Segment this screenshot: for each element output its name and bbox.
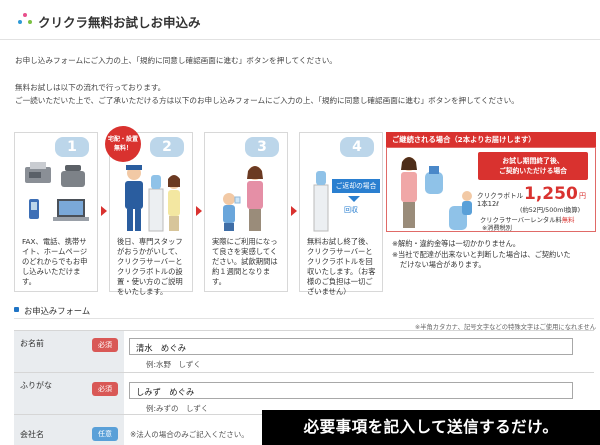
continue-banner: ご継続される場合（2本よりお届けします） [386,132,596,147]
arrow-down-icon [348,196,360,202]
price-per-500ml: (約52円/500ml換算) [520,207,581,214]
arrow-right-icon [101,206,107,216]
step-number: 4 [340,137,374,157]
step-description: 実際にご利用になって良さを実感してください。試飲期間は約１週間となります。 [212,237,278,286]
furigana-example: 例:みずの しずく [146,404,209,413]
staff-install-illustration [116,159,186,235]
trial-use-illustration [211,159,281,235]
furigana-label-text: ふりがな [20,381,52,390]
name-label-text: お名前 [20,339,44,348]
required-badge: 必須 [92,338,118,352]
step-description: 後日、専門スタッフがおうかがいして、クリクラサーバーとクリクラボトルの設置・使い… [117,237,183,296]
delivery-note-line2: だけない場合があります。 [400,260,486,269]
page-header: クリクラ無料お試しお申込み [0,0,600,40]
step-card-3: 3 実際にご利用になって良さを実感してください。試飲期間は約１週間となります。 [204,132,288,292]
return-label: ご返却の場合 [332,179,380,193]
bottle-label-line2: 1本12ℓ [477,200,499,208]
delivery-badge-line1: 宅配・設置 [107,136,138,143]
intro-line-1: お申し込みフォームにご入力の上、「規約に同意し確認画面に進む」ボタンを押してくだ… [15,56,337,65]
flow-steps: 1 FAX、電話、携帯サイト、ホームページのどれからでもお申し込みいただけます。 [14,126,596,301]
intro-line-3: ご一読いただいた上で、ご了承いただける方は以下のお申し込みフォームにご入力の上、… [15,96,519,105]
delivery-badge-line2: 無料！ [113,145,132,152]
callout-line1: お試し期間終了後、 [502,157,564,165]
step-number: 3 [245,137,279,157]
intro-line-2: 無料お試しは以下の流れで行っております。 [15,83,166,92]
step-card-1: 1 FAX、電話、携帯サイト、ホームページのどれからでもお申し込みいただけます。 [14,132,98,292]
contact-devices-illustration [21,159,91,235]
bottle-label: クリクラボトル 1本12ℓ [477,192,523,208]
price-value: 1,250 [524,184,578,204]
company-label-text: 会社名 [20,430,44,439]
page-title: クリクラ無料お試しお申込み [38,15,201,30]
required-badge: 必須 [92,382,118,396]
arrow-right-icon [196,206,202,216]
form-row-name: お名前 必須 清水 めぐみ 例:水野 しずく [14,330,594,373]
step-number: 2 [150,137,184,157]
step-description: 無料お試し終了後、クリクラサーバーとクリクラボトルを回収いたします。（お客様のご… [307,237,376,296]
contract-callout: お試し期間終了後、 ご契約いただける場合 [478,152,588,180]
furigana-input[interactable]: しみず めぐみ [129,382,573,399]
family-illustration [401,157,472,230]
collect-label: 回収 [344,206,358,214]
arrow-right-icon [291,206,297,216]
optional-badge: 任意 [92,427,118,441]
step-description: FAX、電話、携帯サイト、ホームページのどれからでもお申し込みいただけます。 [22,237,88,286]
name-input[interactable]: 清水 めぐみ [129,338,573,355]
logo-dots-icon [18,13,34,27]
tax-note: ※消費税別 [482,225,512,232]
company-note: ※法人の場合のみご記入ください。 [130,430,249,439]
return-illustration [306,159,376,235]
form-row-furigana: ふりがな 必須 しみず めぐみ 例:みずの しずく [14,372,594,415]
name-example: 例:水野 しずく [146,360,201,369]
price-unit: 円 [579,192,586,200]
cancel-note: ※解約・違約金等は一切かかりません。 [392,239,520,248]
delivery-note-line1: ※当社で配達が出来ないと判断した場合は、ご契約いた [392,250,571,259]
form-title: お申込みフォーム [14,305,90,317]
delivery-free-badge: 宅配・設置 無料！ [105,126,141,162]
server-rental-free: 無料 [561,217,575,224]
form-divider [14,318,594,319]
bottle-label-line1: クリクラボトル [477,192,524,200]
step-card-4: 4 ご返却の場合 回収 無料お試し終了後、クリクラサーバーとクリクラボトルを回収… [299,132,383,296]
caption-overlay: 必要事項を記入して送信するだけ。 [262,410,600,445]
callout-line2: ご契約いただける場合 [499,167,567,175]
step-number: 1 [55,137,89,157]
